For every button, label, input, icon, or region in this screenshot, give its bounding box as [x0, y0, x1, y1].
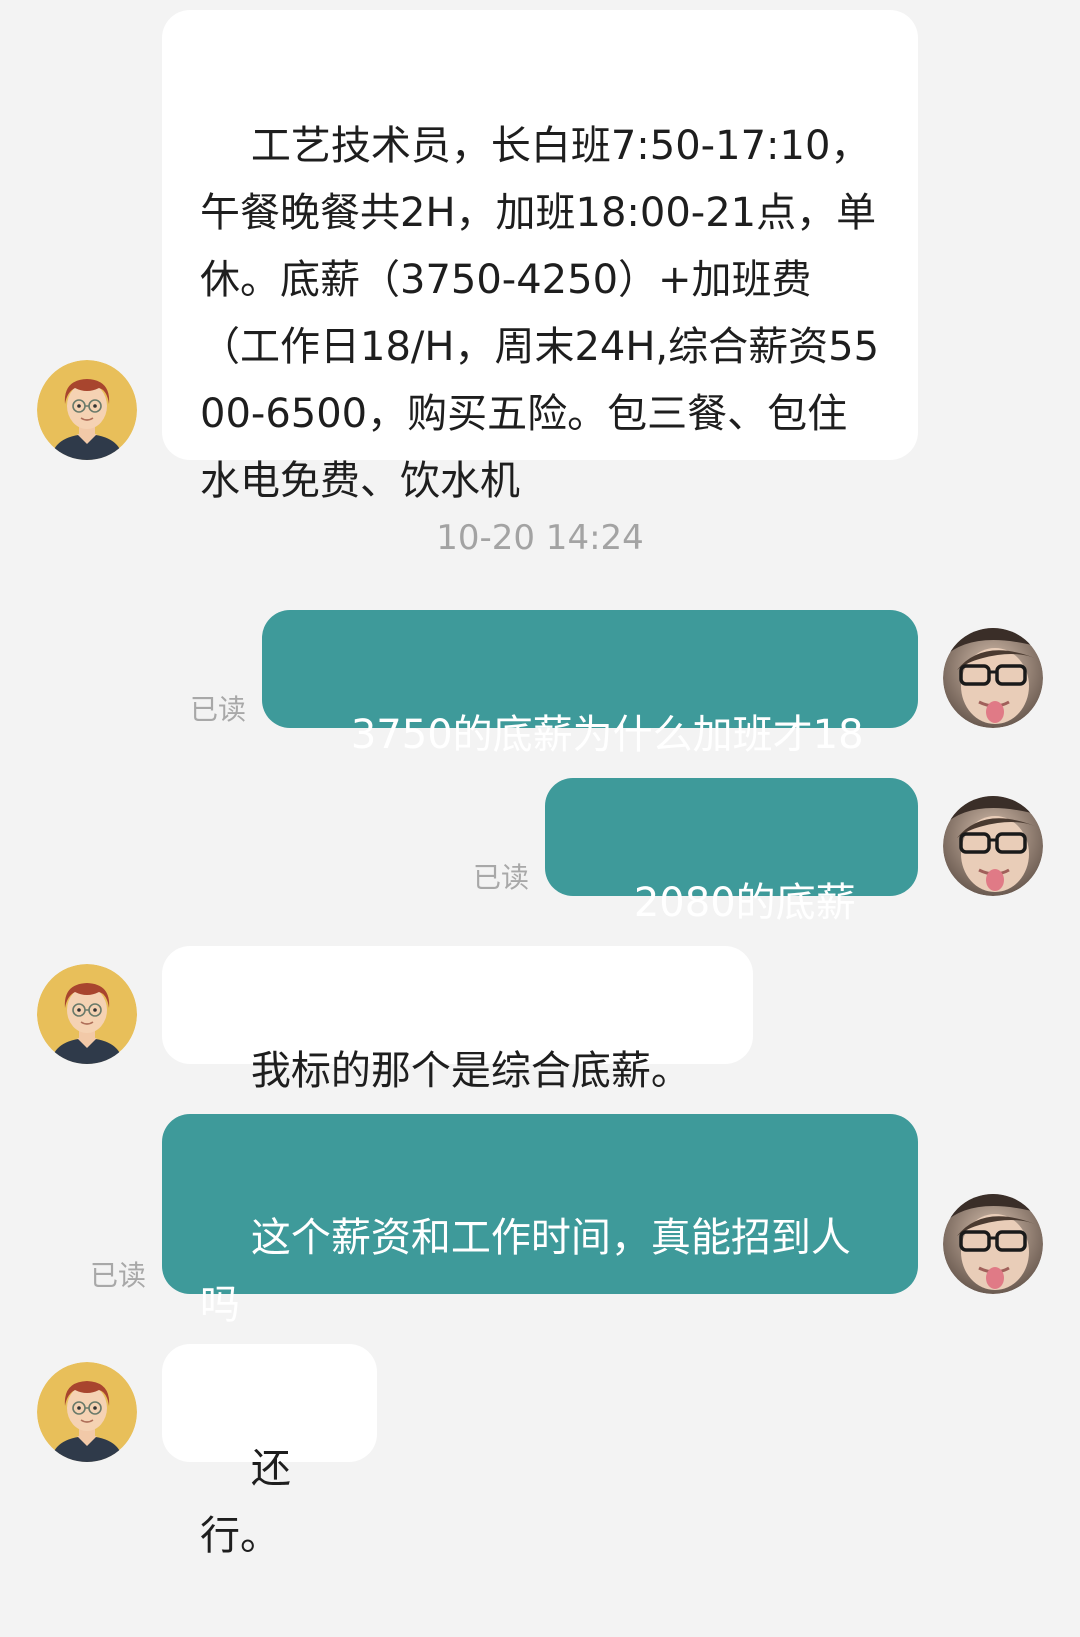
- message-text: 3750的底薪为什么加班才18: [350, 712, 864, 758]
- user-avatar-icon[interactable]: [943, 1194, 1043, 1294]
- message-bubble-incoming[interactable]: 我标的那个是综合底薪。: [162, 946, 753, 1094]
- chat-thread[interactable]: 工艺技术员，长白班7:50-17:10，午餐晚餐共2H，加班18:00-21点，…: [0, 0, 1080, 1559]
- message-bubble-incoming[interactable]: 还行。: [162, 1344, 377, 1559]
- contact-avatar-icon[interactable]: [37, 964, 137, 1064]
- user-avatar-icon[interactable]: [943, 628, 1043, 728]
- message-text: 这个薪资和工作时间，真能招到人吗: [200, 1215, 851, 1328]
- message-text: 还行。: [200, 1446, 291, 1559]
- read-status: 已读: [473, 861, 530, 894]
- contact-avatar-icon[interactable]: [37, 1362, 137, 1462]
- message-bubble-outgoing[interactable]: 3750的底薪为什么加班才18: [262, 610, 918, 758]
- read-status: 已读: [90, 1259, 147, 1292]
- message-bubble-outgoing[interactable]: 这个薪资和工作时间，真能招到人吗: [162, 1114, 918, 1328]
- read-status: 已读: [190, 693, 247, 726]
- user-avatar-icon[interactable]: [943, 796, 1043, 896]
- message-bubble-outgoing[interactable]: 2080的底薪吧: [545, 778, 918, 993]
- contact-avatar-icon[interactable]: [37, 360, 137, 460]
- message-bubble-incoming[interactable]: 工艺技术员，长白班7:50-17:10，午餐晚餐共2H，加班18:00-21点，…: [162, 10, 918, 504]
- message-text: 我标的那个是综合底薪。: [250, 1048, 691, 1094]
- message-text: 工艺技术员，长白班7:50-17:10，午餐晚餐共2H，加班18:00-21点，…: [200, 123, 880, 504]
- timestamp: 10-20 14:24: [436, 518, 644, 558]
